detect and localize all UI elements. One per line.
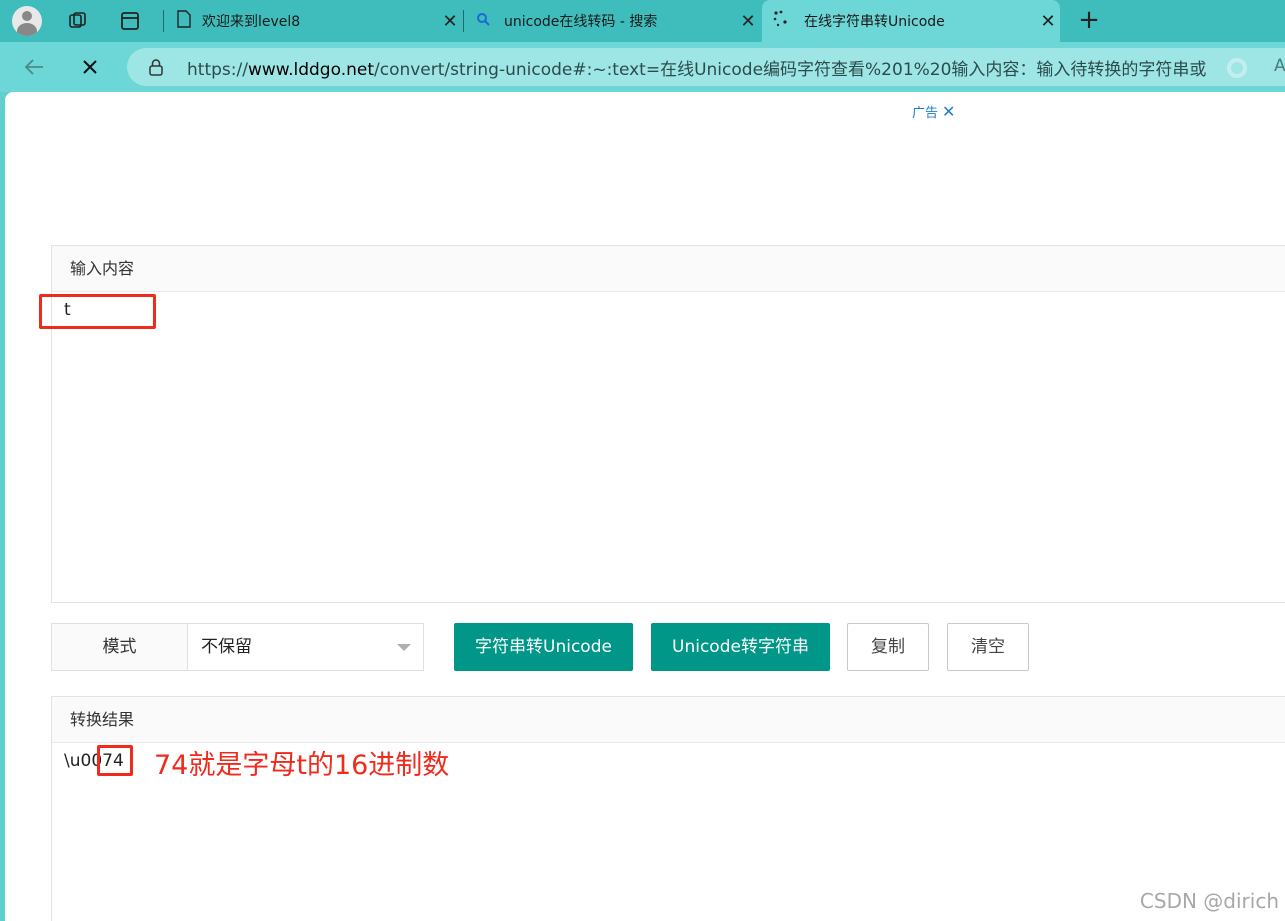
output-textarea[interactable]: \u0074 74就是字母t的16进制数 — [52, 743, 1285, 921]
output-panel: 转换结果 \u0074 74就是字母t的16进制数 — [51, 696, 1285, 921]
close-icon[interactable]: ✕ — [736, 11, 760, 32]
close-ad-icon[interactable]: ✕ — [942, 102, 955, 121]
mode-value[interactable]: 不保留 — [188, 624, 423, 670]
tab-label: 在线字符串转Unicode — [804, 14, 945, 30]
address-bar[interactable]: https://www.lddgo.net/convert/string-uni… — [127, 48, 1285, 86]
url-text[interactable]: https://www.lddgo.net/convert/string-uni… — [187, 55, 1207, 80]
tab-label: unicode在线转码 - 搜索 — [504, 14, 658, 30]
tab-level8[interactable]: 欢迎来到level8 ✕ — [166, 0, 462, 42]
back-arrow-icon — [24, 59, 43, 75]
back-button[interactable] — [19, 52, 49, 82]
mode-select[interactable]: 模式 不保留 — [51, 623, 424, 671]
tab-actions-icon[interactable] — [110, 0, 150, 42]
close-icon[interactable]: ✕ — [438, 11, 462, 32]
tab-separator — [163, 10, 164, 32]
reader-mode-button[interactable]: A — [1274, 56, 1285, 76]
annotation-text: 74就是字母t的16进制数 — [154, 750, 450, 781]
stop-loading-button[interactable] — [75, 52, 105, 82]
highlight-box — [97, 745, 133, 776]
output-panel-title: 转换结果 — [52, 697, 1285, 743]
extension-icon[interactable] — [1227, 58, 1247, 78]
input-panel-title: 输入内容 — [52, 246, 1285, 292]
new-tab-button[interactable]: + — [1074, 6, 1104, 36]
tab-search[interactable]: unicode在线转码 - 搜索 ✕ — [466, 0, 760, 42]
chevron-down-icon — [397, 644, 411, 651]
unicode-to-string-button[interactable]: Unicode转字符串 — [651, 623, 830, 671]
search-icon — [476, 12, 490, 30]
string-to-unicode-button[interactable]: 字符串转Unicode — [454, 623, 633, 671]
ad-label[interactable]: 广告 ✕ — [912, 102, 955, 121]
highlight-box — [39, 294, 156, 329]
close-icon[interactable]: ✕ — [1036, 11, 1060, 32]
profile-avatar-icon[interactable] — [12, 6, 42, 36]
collections-icon[interactable] — [58, 0, 98, 42]
loading-icon — [772, 10, 790, 32]
watermark: CSDN @dirich — [1139, 889, 1279, 913]
input-panel: 输入内容 t — [39, 245, 1285, 603]
tab-string-unicode[interactable]: 在线字符串转Unicode ✕ — [762, 0, 1060, 42]
stop-icon — [83, 60, 97, 74]
tab-label: 欢迎来到level8 — [202, 14, 301, 30]
page-content: 广告 ✕ 输入内容 t 模式 不保留 字符串转Unicode Unicode转字… — [5, 92, 1285, 921]
lock-icon[interactable] — [148, 58, 164, 80]
input-textarea[interactable]: t — [39, 292, 1285, 602]
copy-button[interactable]: 复制 — [847, 623, 929, 671]
tab-bar: 欢迎来到level8 ✕ unicode在线转码 - 搜索 ✕ 在线字符串转Un… — [0, 0, 1285, 42]
clear-button[interactable]: 清空 — [947, 623, 1029, 671]
mode-label: 模式 — [52, 624, 188, 670]
page-icon — [176, 10, 192, 32]
tab-separator — [463, 10, 464, 32]
navigation-bar: https://www.lddgo.net/convert/string-uni… — [0, 42, 1285, 92]
